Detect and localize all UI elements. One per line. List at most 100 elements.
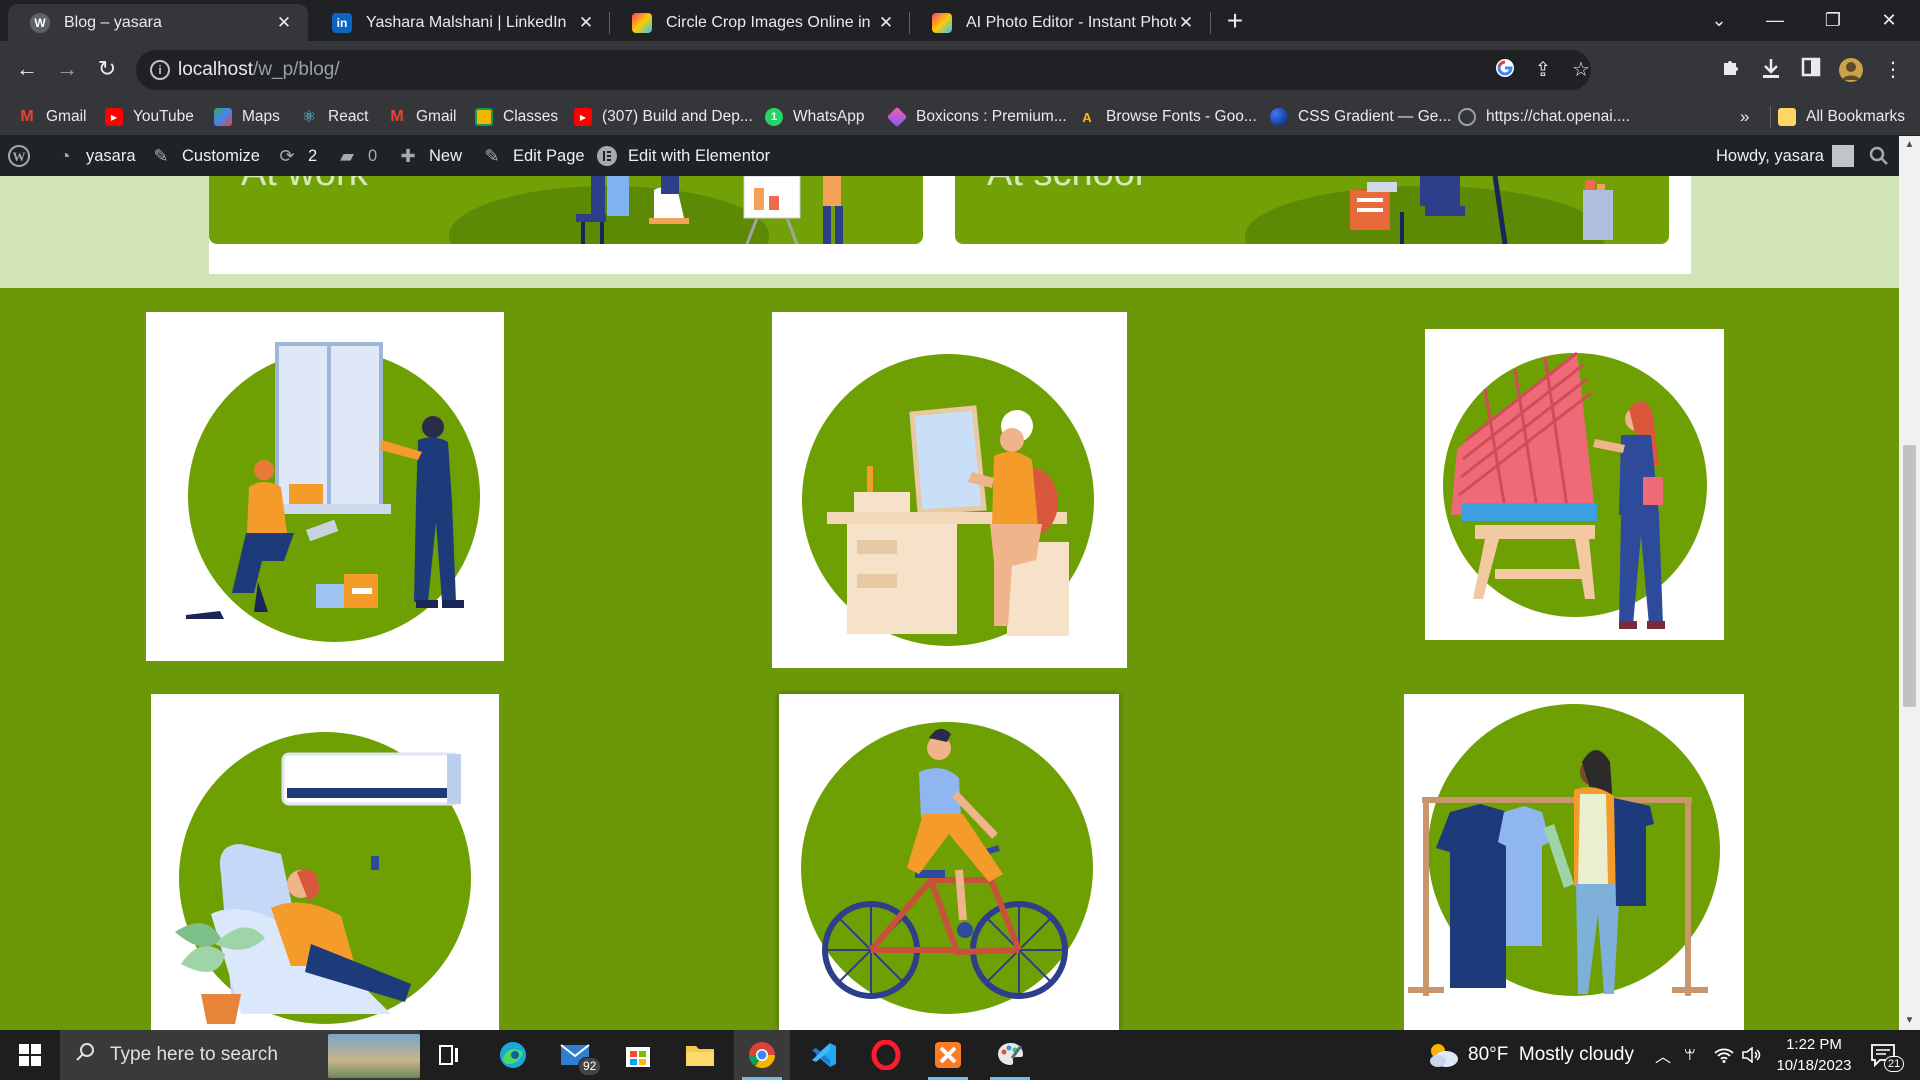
xampp-app[interactable] — [920, 1030, 976, 1080]
bookmarks-overflow-button[interactable]: » — [1740, 98, 1749, 136]
banner-at-work[interactable]: At work — [209, 176, 923, 244]
taskbar-search-box[interactable]: Type here to search — [60, 1030, 420, 1080]
banner-at-school[interactable]: At school — [955, 176, 1669, 244]
address-bar[interactable]: i localhost/w_p/blog/ ⇪ ☆ — [136, 50, 1591, 90]
bookmark-react[interactable]: ⚛ React — [300, 98, 369, 136]
tab-ai-photo-editor[interactable]: AI Photo Editor - Instant Photo E ✕ — [910, 4, 1210, 41]
wp-my-account[interactable]: Howdy, yasara — [1716, 136, 1854, 176]
volume-icon[interactable] — [1742, 1030, 1762, 1080]
bookmark-youtube[interactable]: ▶ YouTube — [105, 98, 194, 136]
page-content: At work At school — [0, 176, 1899, 1030]
all-bookmarks-button[interactable]: All Bookmarks — [1778, 98, 1905, 136]
scroll-thumb[interactable] — [1903, 445, 1916, 707]
wp-edit-with-elementor[interactable]: Edit with Elementor — [596, 136, 770, 176]
wp-edit-page[interactable]: ✎ Edit Page — [481, 136, 584, 176]
bookmark-gmail[interactable]: M Gmail — [18, 98, 86, 136]
close-icon[interactable]: ✕ — [274, 13, 294, 33]
opera-app[interactable] — [858, 1030, 914, 1080]
page-scrollbar[interactable]: ▲ ▼ — [1899, 136, 1920, 1030]
wifi-icon[interactable] — [1714, 1030, 1734, 1080]
bookmark-classes[interactable]: Classes — [475, 98, 558, 136]
download-icon[interactable] — [1758, 57, 1784, 83]
partly-cloudy-icon — [1430, 1044, 1458, 1067]
notification-center-button[interactable]: 21 — [1870, 1030, 1905, 1080]
close-icon[interactable]: ✕ — [876, 13, 896, 33]
wp-logo-menu[interactable]: W — [8, 136, 40, 176]
wp-site-name[interactable]: ◔ yasara — [54, 136, 136, 176]
search-highlight-image — [328, 1034, 420, 1078]
url-text[interactable]: localhost/w_p/blog/ — [178, 59, 340, 81]
close-window-button[interactable]: ✕ — [1866, 4, 1912, 36]
restore-button[interactable]: ❐ — [1810, 4, 1856, 36]
tab-blog[interactable]: W Blog – yasara ✕ — [8, 4, 308, 41]
gmail-icon: M — [390, 108, 404, 125]
bookmark-google-fonts[interactable]: A Browse Fonts - Goo... — [1078, 98, 1256, 136]
back-button[interactable]: ← — [11, 53, 43, 85]
profile-avatar[interactable] — [1838, 57, 1864, 83]
site-info-icon[interactable]: i — [150, 60, 170, 80]
minimize-button[interactable]: — — [1752, 4, 1798, 36]
wp-customize[interactable]: ✎ Customize — [150, 136, 260, 176]
wp-search[interactable] — [1868, 136, 1900, 176]
mail-app[interactable]: 92 — [548, 1030, 604, 1080]
scroll-down-arrow[interactable]: ▼ — [1899, 1012, 1920, 1030]
bookmark-gmail-2[interactable]: M Gmail — [388, 98, 456, 136]
task-view-button[interactable] — [422, 1030, 478, 1080]
bookmark-whatsapp[interactable]: 1 WhatsApp — [765, 98, 865, 136]
chrome-app[interactable] — [734, 1030, 790, 1080]
windows-logo-icon — [19, 1044, 41, 1066]
windows-start-button[interactable] — [2, 1030, 58, 1080]
paint-app[interactable] — [982, 1030, 1038, 1080]
share-icon[interactable]: ⇪ — [1530, 57, 1556, 83]
bookmark-chat-openai[interactable]: https://chat.openai.... — [1458, 98, 1630, 136]
tile-cyclist[interactable] — [779, 694, 1119, 1030]
wp-new-content[interactable]: ✚ New — [397, 136, 462, 176]
tile-window-workers[interactable] — [146, 312, 504, 661]
gmail-icon: M — [20, 108, 34, 125]
paint-palette-icon — [998, 1042, 1024, 1065]
colorful-square-icon — [932, 12, 952, 33]
url-host: localhost — [178, 59, 253, 80]
edge-icon — [500, 1042, 526, 1068]
vscode-app[interactable] — [796, 1030, 852, 1080]
side-panel-icon[interactable] — [1798, 57, 1824, 83]
bookmark-build-and-deploy[interactable]: ▶ (307) Build and Dep... — [574, 98, 753, 136]
input-method-icon[interactable]: ꕚ — [1684, 1030, 1696, 1080]
google-lens-icon[interactable] — [1492, 57, 1518, 83]
comment-icon: ▰ — [340, 145, 354, 166]
wp-comments[interactable]: ▰ 0 — [336, 136, 377, 176]
paintbrush-icon: ✎ — [153, 145, 169, 166]
bookmark-boxicons[interactable]: Boxicons : Premium... — [886, 98, 1067, 136]
url-path: /w_p/blog/ — [253, 59, 340, 80]
tile-woman-roof[interactable] — [1425, 329, 1724, 640]
tile-clothes-rack[interactable] — [1404, 694, 1744, 1030]
extensions-puzzle-icon[interactable] — [1718, 57, 1744, 83]
weather-widget[interactable]: 80°F Mostly cloudy — [1426, 1030, 1634, 1080]
browser-menu-icon[interactable]: ⋮ — [1880, 57, 1906, 83]
tab-search-button[interactable]: ⌄ — [1696, 4, 1742, 36]
system-clock[interactable]: 1:22 PM 10/18/2023 — [1764, 1034, 1864, 1076]
tab-circle-crop[interactable]: Circle Crop Images Online in Sec ✕ — [610, 4, 910, 41]
close-icon[interactable]: ✕ — [1176, 13, 1196, 33]
whatsapp-icon: 1 — [765, 108, 783, 126]
tab-linkedin[interactable]: in Yashara Malshani | LinkedIn ✕ — [310, 4, 610, 41]
bookmark-star-icon[interactable]: ☆ — [1568, 57, 1594, 83]
tile-woman-dressing-table[interactable] — [772, 312, 1127, 668]
new-tab-button[interactable]: + — [1222, 6, 1248, 36]
css-gradient-icon — [1270, 108, 1288, 126]
close-icon[interactable]: ✕ — [576, 13, 596, 33]
bookmark-maps[interactable]: Maps — [214, 98, 280, 136]
edge-app[interactable] — [485, 1030, 541, 1080]
reload-button[interactable]: ↻ — [91, 53, 123, 85]
scroll-up-arrow[interactable]: ▲ — [1899, 136, 1920, 154]
show-hidden-icons-button[interactable]: ︿ — [1655, 1030, 1671, 1080]
elementor-icon — [596, 145, 618, 167]
wp-updates[interactable]: ⟳ 2 — [276, 136, 317, 176]
store-app[interactable] — [610, 1030, 666, 1080]
forward-button[interactable]: → — [51, 53, 83, 85]
tile-air-conditioner[interactable] — [151, 694, 499, 1030]
bookmark-css-gradient[interactable]: CSS Gradient — Ge... — [1270, 98, 1451, 136]
file-explorer-app[interactable] — [672, 1030, 728, 1080]
wordpress-icon: W — [8, 145, 30, 167]
search-icon — [76, 1042, 96, 1068]
